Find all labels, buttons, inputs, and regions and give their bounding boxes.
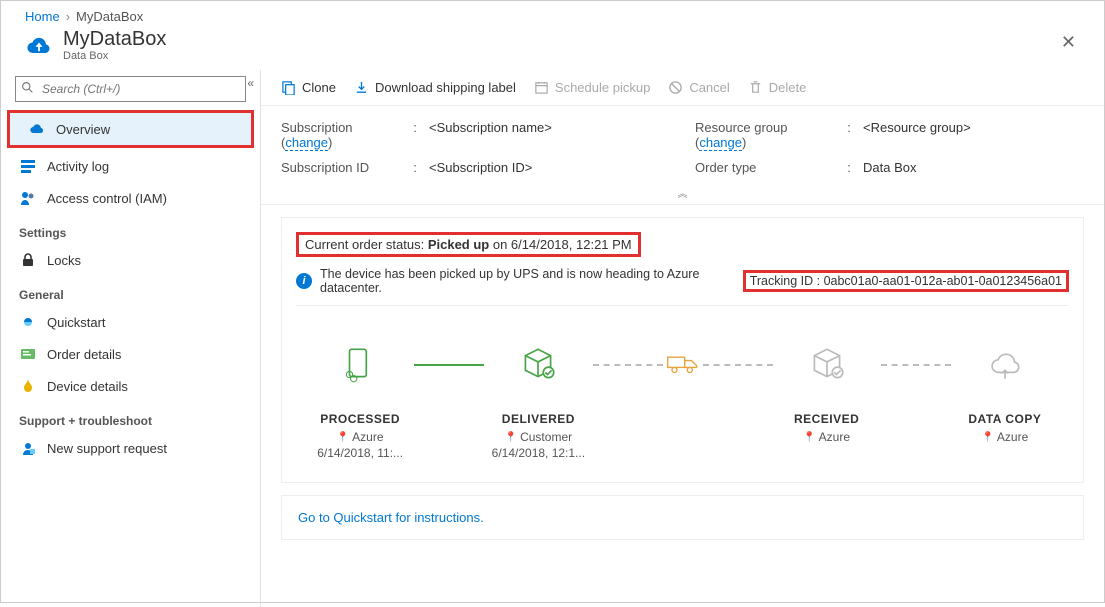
sidebar-item-overview[interactable]: Overview <box>10 113 251 145</box>
toolbar-delete: Delete <box>748 80 807 95</box>
sidebar-item-label: New support request <box>47 441 167 456</box>
sidebar-item-order-details[interactable]: Order details <box>1 338 260 370</box>
truck-icon <box>663 342 703 386</box>
content-area: Clone Download shipping label Schedule p… <box>261 70 1104 607</box>
breadcrumb-home[interactable]: Home <box>25 9 60 24</box>
order-details-icon <box>19 345 37 363</box>
clone-icon <box>281 80 296 95</box>
sidebar-item-label: Access control (IAM) <box>47 191 167 206</box>
chevron-right-icon: › <box>66 9 70 24</box>
connector <box>703 364 773 366</box>
page-header: MyDataBox Data Box ✕ <box>1 28 1104 70</box>
device-details-icon <box>19 377 37 395</box>
stage-processed: PROCESSED 📍Azure 6/14/2018, 11:... <box>306 342 414 460</box>
received-icon <box>773 342 881 386</box>
toolbar-clone[interactable]: Clone <box>281 80 336 95</box>
lock-icon <box>19 251 37 269</box>
sidebar-item-label: Order details <box>47 347 121 362</box>
cancel-icon <box>668 80 683 95</box>
support-icon <box>19 439 37 457</box>
activity-log-icon <box>19 157 37 175</box>
sidebar-group-support: Support + troubleshoot <box>1 402 260 432</box>
calendar-icon <box>534 80 549 95</box>
sidebar-group-settings: Settings <box>1 214 260 244</box>
page-title: MyDataBox <box>63 28 166 50</box>
toolbar: Clone Download shipping label Schedule p… <box>261 70 1104 106</box>
overview-icon <box>28 120 46 138</box>
pin-icon: 📍 <box>803 432 815 443</box>
download-icon <box>354 80 369 95</box>
collapse-essentials[interactable]: ︽ <box>261 183 1104 205</box>
toolbar-schedule: Schedule pickup <box>534 80 650 95</box>
subscription-value: <Subscription name> <box>429 120 689 150</box>
resource-group-value: <Resource group> <box>863 120 1063 150</box>
sidebar-item-activity[interactable]: Activity log <box>1 150 260 182</box>
stage-received: RECEIVED 📍Azure <box>773 342 881 446</box>
subscription-label: Subscription <box>281 120 353 135</box>
sidebar-item-label: Overview <box>56 122 110 137</box>
toolbar-label: Clone <box>302 80 336 95</box>
breadcrumb: Home › MyDataBox <box>1 1 1104 28</box>
connector <box>881 364 951 366</box>
delivered-icon <box>484 342 592 386</box>
search-icon <box>21 81 34 97</box>
quickstart-link-panel: Go to Quickstart for instructions. <box>281 495 1084 540</box>
quickstart-link[interactable]: Go to Quickstart for instructions. <box>298 510 484 525</box>
tracking-id: Tracking ID : 0abc01a0-aa01-012a-ab01-0a… <box>743 270 1069 292</box>
sidebar-item-locks[interactable]: Locks <box>1 244 260 276</box>
resource-group-label: Resource group <box>695 120 788 135</box>
sidebar-item-label: Quickstart <box>47 315 106 330</box>
toolbar-download[interactable]: Download shipping label <box>354 80 516 95</box>
order-type-label: Order type <box>695 160 835 175</box>
status-info-text: The device has been picked up by UPS and… <box>320 267 735 295</box>
toolbar-cancel: Cancel <box>668 80 729 95</box>
iam-icon <box>19 189 37 207</box>
order-status: Current order status: Picked up on 6/14/… <box>296 232 641 257</box>
stage-delivered: DELIVERED 📍Customer 6/14/2018, 12:1... <box>484 342 592 460</box>
data-copy-icon <box>951 342 1059 386</box>
sidebar-item-label: Device details <box>47 379 128 394</box>
sidebar-item-label: Locks <box>47 253 81 268</box>
info-essentials: Subscription (change) : <Subscription na… <box>261 106 1104 183</box>
delete-icon <box>748 80 763 95</box>
page-subtitle: Data Box <box>63 50 166 62</box>
databox-icon <box>25 32 53 60</box>
close-button[interactable]: ✕ <box>1057 28 1080 57</box>
sidebar-item-new-support[interactable]: New support request <box>1 432 260 464</box>
stage-in-transit <box>663 342 703 386</box>
toolbar-label: Download shipping label <box>375 80 516 95</box>
sidebar-item-quickstart[interactable]: Quickstart <box>1 306 260 338</box>
connector <box>593 364 663 366</box>
subscription-change-link[interactable]: change <box>285 135 328 151</box>
quickstart-icon <box>19 313 37 331</box>
sidebar-group-general: General <box>1 276 260 306</box>
sidebar-item-iam[interactable]: Access control (IAM) <box>1 182 260 214</box>
order-stages: PROCESSED 📍Azure 6/14/2018, 11:... DELIV… <box>306 342 1059 460</box>
status-panel: Current order status: Picked up on 6/14/… <box>281 217 1084 483</box>
subscription-id-value: <Subscription ID> <box>429 160 689 175</box>
toolbar-label: Delete <box>769 80 807 95</box>
connector <box>414 364 484 366</box>
pin-icon: 📍 <box>505 432 517 443</box>
collapse-sidebar-button[interactable]: « <box>247 76 254 90</box>
breadcrumb-current: MyDataBox <box>76 9 143 24</box>
stage-datacopy: DATA COPY 📍Azure <box>951 342 1059 446</box>
resource-group-change-link[interactable]: change <box>699 135 742 151</box>
subscription-id-label: Subscription ID <box>281 160 401 175</box>
sidebar: « Overview Activity log Access control (… <box>1 70 261 607</box>
toolbar-label: Cancel <box>689 80 729 95</box>
order-type-value: Data Box <box>863 160 1063 175</box>
status-info-row: i The device has been picked up by UPS a… <box>296 267 1069 306</box>
pin-icon: 📍 <box>337 432 349 443</box>
processed-icon <box>306 342 414 386</box>
search-input[interactable] <box>15 76 246 102</box>
sidebar-item-device-details[interactable]: Device details <box>1 370 260 402</box>
sidebar-item-label: Activity log <box>47 159 109 174</box>
pin-icon: 📍 <box>981 432 993 443</box>
info-icon: i <box>296 273 312 289</box>
toolbar-label: Schedule pickup <box>555 80 650 95</box>
